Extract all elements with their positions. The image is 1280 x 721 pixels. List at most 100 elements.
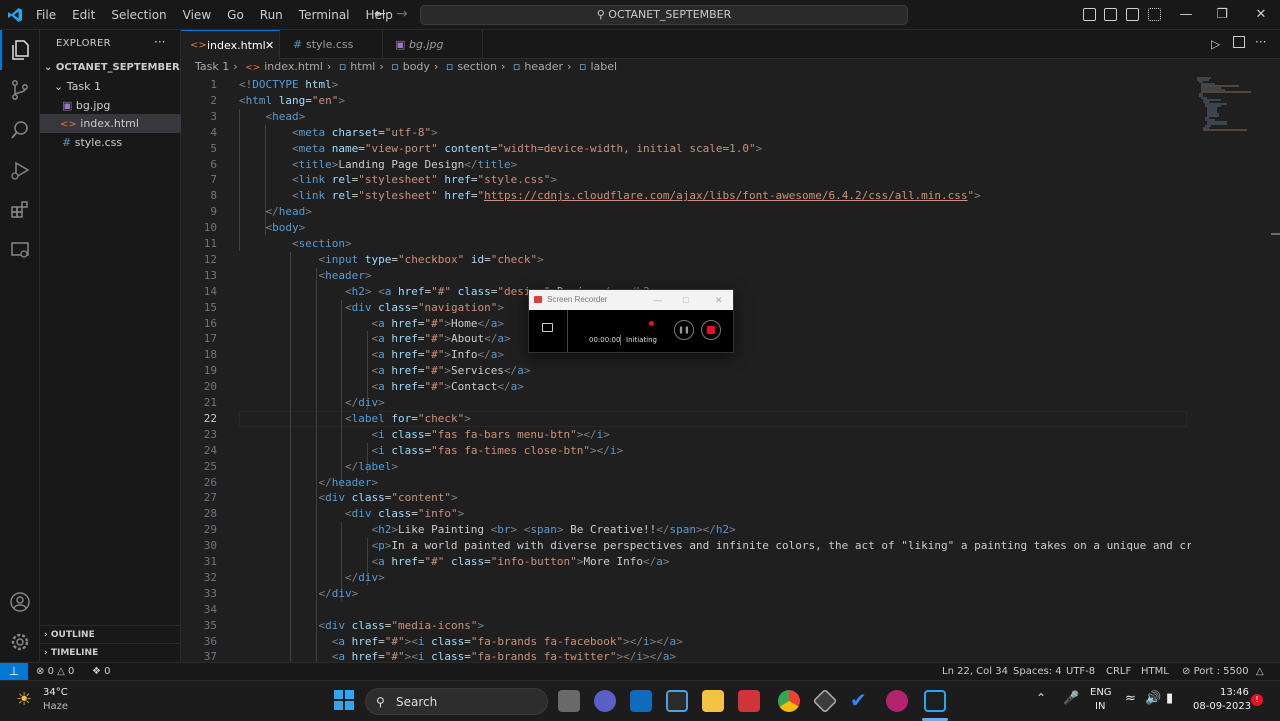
minimap[interactable] xyxy=(1191,76,1271,662)
code-line[interactable]: <input type="checkbox" id="check"> xyxy=(239,252,543,268)
breadcrumb-item[interactable]: header xyxy=(524,60,563,73)
recorder-maximize-button[interactable]: □ xyxy=(683,290,688,310)
line-number[interactable]: 5 xyxy=(181,141,217,157)
line-number[interactable]: 34 xyxy=(181,602,217,618)
line-number[interactable]: 28 xyxy=(181,506,217,522)
line-number[interactable]: 30 xyxy=(181,538,217,554)
breadcrumb-item[interactable]: section xyxy=(457,60,497,73)
more-actions-icon[interactable]: ··· xyxy=(1255,35,1266,49)
code-line[interactable]: </div> xyxy=(239,570,385,586)
extensions-icon[interactable] xyxy=(0,190,40,230)
code-line[interactable]: <a href="#"><i class="fa-brands fa-faceb… xyxy=(239,634,683,650)
encoding[interactable]: UTF-8 xyxy=(1066,663,1095,680)
code-line[interactable]: <section> xyxy=(239,236,352,252)
live-server-port[interactable]: ⊘ Port : 5500 xyxy=(1182,663,1249,680)
outlook-icon[interactable] xyxy=(630,690,652,712)
code-line[interactable]: <label for="check"> xyxy=(239,411,471,427)
recorder-close-button[interactable]: ✕ xyxy=(715,290,723,310)
clock-date[interactable]: 08-09-2023 xyxy=(1193,701,1251,712)
cursor-position[interactable]: Ln 22, Col 34 xyxy=(942,663,1008,680)
code-line[interactable]: </div> xyxy=(239,395,385,411)
workspace-root[interactable]: ⌄ OCTANET_SEPTEMBER xyxy=(40,58,181,77)
code-line[interactable]: <div class="info"> xyxy=(239,506,464,522)
notification-badge[interactable]: ! xyxy=(1251,694,1263,706)
line-number[interactable]: 19 xyxy=(181,363,217,379)
line-number[interactable]: 17 xyxy=(181,331,217,347)
line-number[interactable]: 33 xyxy=(181,586,217,602)
notifications-bell-icon[interactable]: △ xyxy=(1256,663,1264,680)
line-number[interactable]: 7 xyxy=(181,172,217,188)
code-line[interactable]: <div class="content"> xyxy=(239,490,457,506)
toggle-sidebar-icon[interactable] xyxy=(1083,8,1096,21)
code-line[interactable]: </label> xyxy=(239,459,398,475)
run-debug-icon[interactable] xyxy=(0,150,40,190)
accounts-icon[interactable] xyxy=(0,582,40,622)
line-number[interactable]: 29 xyxy=(181,522,217,538)
language-mode[interactable]: HTML xyxy=(1141,663,1169,680)
chevron-up-icon[interactable]: ⌃ xyxy=(1036,691,1046,705)
code-line[interactable]: <head> xyxy=(239,109,306,125)
taskbar-search[interactable]: ⚲ Search xyxy=(365,688,548,715)
explorer-icon[interactable] xyxy=(0,30,40,70)
teams-chat-icon[interactable] xyxy=(594,690,616,712)
remote-explorer-icon[interactable] xyxy=(0,230,40,270)
file-index-html[interactable]: <> index.html xyxy=(40,114,181,133)
microsoft-store-icon[interactable] xyxy=(666,690,688,712)
line-ending[interactable]: CRLF xyxy=(1106,663,1131,680)
line-number[interactable]: 9 xyxy=(181,204,217,220)
menu-view[interactable]: View xyxy=(175,0,219,30)
line-number[interactable]: 23 xyxy=(181,427,217,443)
clock-time[interactable]: 13:46 xyxy=(1220,687,1249,698)
code-line[interactable]: <header> xyxy=(239,268,371,284)
menu-terminal[interactable]: Terminal xyxy=(291,0,358,30)
maximize-button[interactable]: ❐ xyxy=(1203,0,1241,30)
settings-gear-icon[interactable] xyxy=(0,622,40,662)
code-line[interactable]: <a href="#">Info</a> xyxy=(239,347,504,363)
code-line[interactable]: <title>Landing Page Design</title> xyxy=(239,157,517,173)
recorder-minimize-button[interactable]: — xyxy=(653,290,662,310)
code-line[interactable]: <meta name="view-port" content="width=de… xyxy=(239,141,762,157)
app-cube-icon[interactable] xyxy=(812,688,838,714)
code-line[interactable]: <div class="media-icons"> xyxy=(239,618,484,634)
line-number[interactable]: 8 xyxy=(181,188,217,204)
line-number[interactable]: 36 xyxy=(181,634,217,650)
line-number[interactable]: 31 xyxy=(181,554,217,570)
line-number[interactable]: 13 xyxy=(181,268,217,284)
folder-icon[interactable] xyxy=(542,323,553,332)
weather-condition[interactable]: Haze xyxy=(43,701,68,712)
minimize-button[interactable]: — xyxy=(1167,0,1205,30)
line-number[interactable]: 22 xyxy=(181,411,217,427)
line-number[interactable]: 3 xyxy=(181,109,217,125)
battery-icon[interactable]: ▮ xyxy=(1166,691,1173,706)
code-line[interactable]: </header> xyxy=(239,475,378,491)
code-line[interactable]: <a href="#">About</a> xyxy=(239,331,510,347)
task-view-icon[interactable] xyxy=(558,690,580,712)
line-number[interactable]: 11 xyxy=(181,236,217,252)
file-bg-jpg[interactable]: ▣ bg.jpg xyxy=(40,96,181,115)
code-line[interactable]: <a href="#">Contact</a> xyxy=(239,379,523,395)
line-number[interactable]: 16 xyxy=(181,316,217,332)
code-line[interactable]: <p>In a world painted with diverse persp… xyxy=(239,538,1191,554)
code-line[interactable]: <link rel="stylesheet" href="https://cdn… xyxy=(239,188,981,204)
tab-style-css[interactable]: # style.css xyxy=(280,30,383,59)
breadcrumb-item[interactable]: label xyxy=(590,60,617,73)
run-play-icon[interactable]: ▷ xyxy=(1211,37,1220,51)
forward-arrow-icon[interactable]: → xyxy=(396,6,408,22)
problems-indicator[interactable]: ⊗ 0 △ 0 xyxy=(36,663,74,680)
line-number[interactable]: 1 xyxy=(181,77,217,93)
code-editor[interactable]: 1 <!DOCTYPE html> 2 <html lang="en"> 3 <head… xyxy=(181,76,1191,662)
line-number[interactable]: 15 xyxy=(181,300,217,316)
line-number[interactable]: 25 xyxy=(181,459,217,475)
wifi-icon[interactable]: ≈ xyxy=(1125,691,1136,706)
code-line[interactable]: <h2>Like Painting <br> <span> Be Creativ… xyxy=(239,522,735,538)
code-line[interactable]: <a href="#" class="info-button">More Inf… xyxy=(239,554,669,570)
tab-index-html[interactable]: <> index.html ✕ xyxy=(181,30,280,59)
line-number[interactable]: 35 xyxy=(181,618,217,634)
indentation[interactable]: Spaces: 4 xyxy=(1013,663,1062,680)
code-line[interactable]: <meta charset="utf-8"> xyxy=(239,125,438,141)
vertical-scrollbar[interactable] xyxy=(1271,76,1280,662)
folder-task-1[interactable]: ⌄ Task 1 xyxy=(40,77,181,96)
toggle-secondary-sidebar-icon[interactable] xyxy=(1126,8,1139,21)
more-actions-icon[interactable]: ··· xyxy=(154,35,165,49)
line-number[interactable]: 10 xyxy=(181,220,217,236)
